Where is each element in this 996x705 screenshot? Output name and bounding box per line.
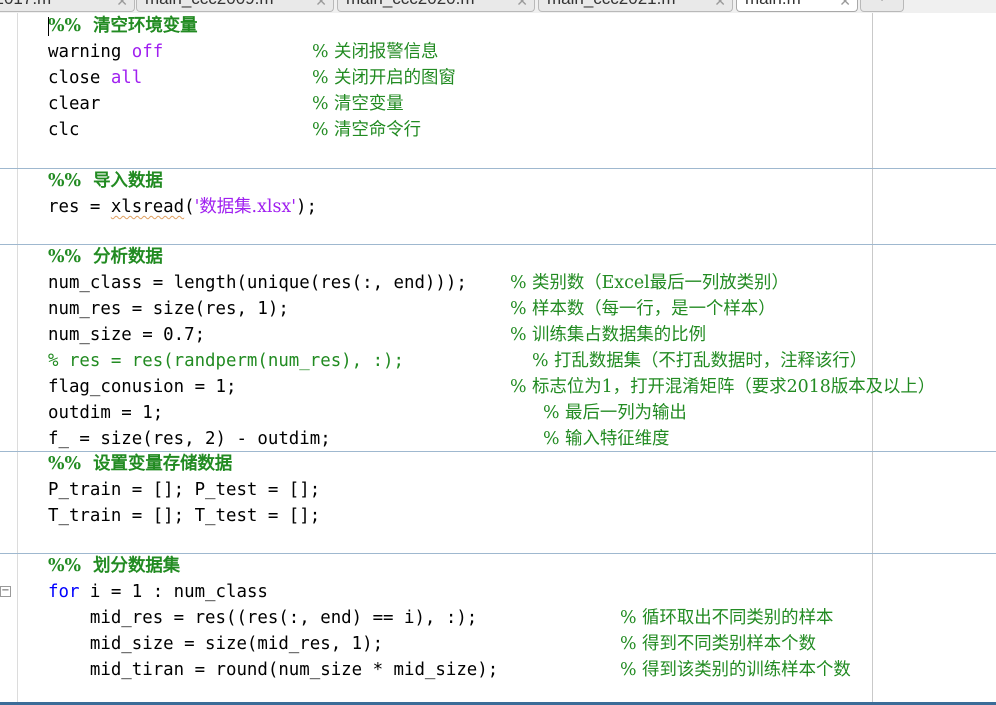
code-line[interactable]: close all xyxy=(48,65,142,91)
code-line[interactable]: flag_conusion = 1; xyxy=(48,374,236,400)
code-comment: % 清空变量 xyxy=(312,94,404,114)
code-line[interactable]: num_class = length(unique(res(:, end))); xyxy=(48,270,467,296)
code-comment: % 清空命令行 xyxy=(312,120,422,140)
editor-gutter-divider xyxy=(17,13,18,703)
code-comment: % 打乱数据集（不打乱数据时，注释该行） xyxy=(532,351,868,371)
code-line-commented[interactable]: % res = res(randperm(num_res), :); xyxy=(48,348,404,374)
close-icon[interactable]: ✕ xyxy=(315,0,327,10)
code-line[interactable]: P_train = []; P_test = []; xyxy=(48,477,320,503)
code-line-section-title[interactable]: %% 清空环境变量 xyxy=(48,13,198,39)
tab-label: main_ccc2009.m xyxy=(145,0,274,8)
code-comment: % 得到不同类别样本个数 xyxy=(620,634,816,654)
code-line[interactable]: warning off xyxy=(48,39,163,65)
code-line-section-title[interactable]: %% 分析数据 xyxy=(48,244,163,270)
code-line-section-title[interactable]: %% 导入数据 xyxy=(48,168,163,194)
code-line[interactable]: f_ = size(res, 2) - outdim; xyxy=(48,426,331,452)
code-line[interactable]: outdim = 1; xyxy=(48,400,163,426)
code-line[interactable]: mid_tiran = round(num_size * mid_size); xyxy=(48,657,498,683)
code-comment: % 输入特征维度 xyxy=(543,429,670,449)
close-icon[interactable]: ✕ xyxy=(116,0,128,10)
code-comment: % 得到该类别的训练样本个数 xyxy=(620,660,851,680)
close-icon[interactable]: ✕ xyxy=(516,0,528,10)
code-comment: % 关闭开启的图窗 xyxy=(312,68,456,88)
code-comment: % 循环取出不同类别的样本 xyxy=(620,608,834,628)
code-line-section-title[interactable]: %% 划分数据集 xyxy=(48,553,180,579)
code-comment: % 样本数（每一行，是一个样本） xyxy=(510,299,776,319)
code-line[interactable]: res = xlsread('数据集.xlsx'); xyxy=(48,194,317,220)
fold-toggle-icon[interactable]: − xyxy=(0,586,11,597)
close-icon[interactable]: ✕ xyxy=(714,0,726,10)
tab-main[interactable]: main.m ✕ xyxy=(736,0,858,12)
tab-main-ccc2009[interactable]: main_ccc2009.m ✕ xyxy=(136,0,334,12)
code-comment: % 标志位为1，打开混淆矩阵（要求2018版本及以上） xyxy=(510,377,936,397)
code-comment: % 最后一列为输出 xyxy=(543,403,687,423)
code-comment: % 关闭报警信息 xyxy=(312,42,439,62)
code-line-section-title[interactable]: %% 设置变量存储数据 xyxy=(48,451,232,477)
right-text-limit-line xyxy=(872,13,873,703)
code-line[interactable]: num_size = 0.7; xyxy=(48,322,205,348)
code-line[interactable]: mid_res = res((res(:, end) == i), :); xyxy=(48,605,477,631)
tab-main-ccc2020[interactable]: main_ccc2020.m ✕ xyxy=(337,0,535,12)
code-comment: % 训练集占数据集的比例 xyxy=(510,325,706,345)
code-line[interactable]: clc xyxy=(48,117,79,143)
editor-tab-bar: ccc2017.m ✕ main_ccc2009.m ✕ main_ccc202… xyxy=(0,0,996,13)
code-line[interactable]: T_train = []; T_test = []; xyxy=(48,503,320,529)
tab-main-ccc2021[interactable]: main_ccc2021.m ✕ xyxy=(538,0,733,12)
close-icon[interactable]: ✕ xyxy=(839,0,851,10)
code-line[interactable]: num_res = size(res, 1); xyxy=(48,296,289,322)
code-line[interactable]: for i = 1 : num_class xyxy=(48,579,268,605)
tab-label: main_ccc2021.m xyxy=(547,0,676,8)
tab-ccc2017[interactable]: ccc2017.m ✕ xyxy=(0,0,135,12)
code-comment: % 类别数（Excel最后一列放类别） xyxy=(510,273,789,293)
text-cursor xyxy=(48,17,49,36)
tab-label: main.m xyxy=(745,0,801,8)
tab-label: main_ccc2020.m xyxy=(346,0,475,8)
code-line[interactable]: clear xyxy=(48,91,100,117)
tab-label: ccc2017.m xyxy=(0,0,51,8)
code-line[interactable]: mid_size = size(mid_res, 1); xyxy=(48,631,383,657)
new-tab-button[interactable]: + xyxy=(860,0,904,12)
